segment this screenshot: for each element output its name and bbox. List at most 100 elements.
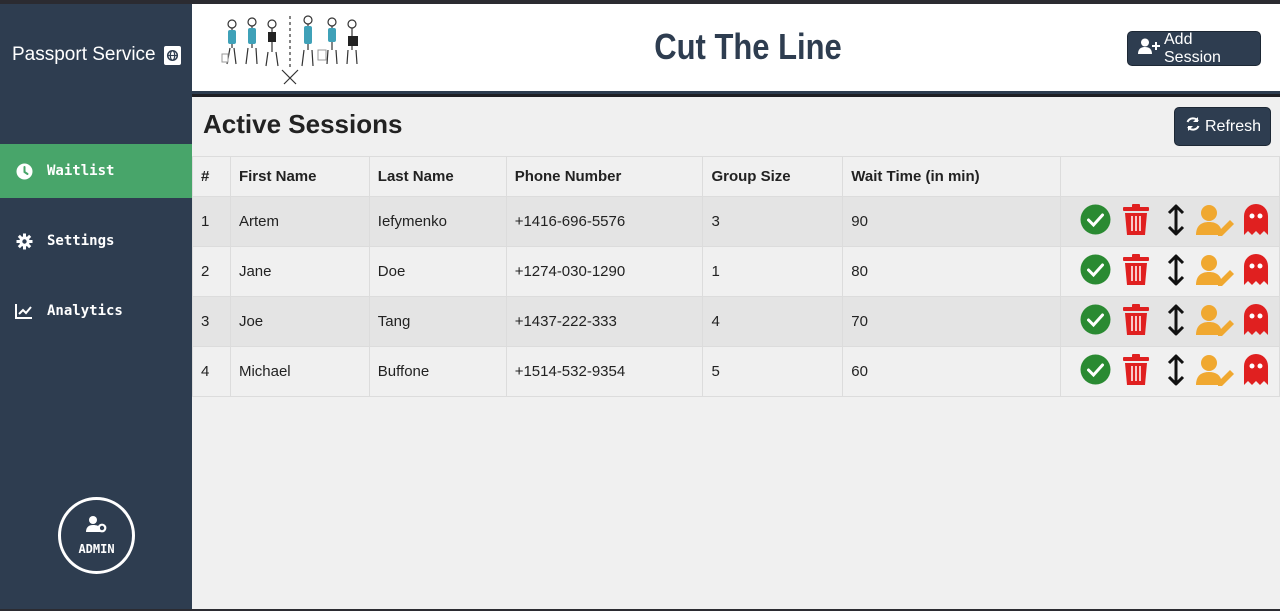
page-title: Active Sessions (203, 109, 403, 139)
edit-session-button[interactable] (1195, 304, 1234, 339)
phone-number-cell: +1437-222-333 (505, 296, 704, 347)
check-circle-icon (1080, 354, 1111, 389)
complete-session-button[interactable] (1079, 354, 1113, 389)
sidebar-item-analytics[interactable]: Analytics (0, 284, 192, 338)
sort-arrows-icon (1167, 204, 1185, 240)
no-show-session-button[interactable] (1239, 354, 1273, 389)
table-header-row: # First Name Last Name Phone Number Grou… (192, 156, 1280, 197)
phone-number-cell: +1514-532-9354 (505, 346, 704, 397)
add-session-label: Add Session (1164, 30, 1221, 66)
row-actions-group (1069, 304, 1279, 340)
user-plus-icon (1138, 38, 1160, 60)
wait-time-cell: 80 (842, 246, 1061, 297)
last-name-cell: Doe (368, 246, 507, 297)
table-row: 2 Jane Doe +1274-030-1290 1 80 (192, 246, 1280, 297)
reorder-session-button[interactable] (1159, 304, 1193, 340)
group-size-cell: 5 (702, 346, 844, 397)
line-chart-icon (15, 302, 33, 320)
trash-icon (1122, 354, 1149, 389)
wait-time-cell: 90 (842, 196, 1061, 247)
row-number: 2 (192, 246, 231, 297)
sidebar-item-settings[interactable]: Settings (0, 214, 192, 268)
brand: Passport Service (12, 44, 181, 66)
delete-session-button[interactable] (1119, 204, 1153, 239)
first-name-cell: Artem (229, 196, 370, 247)
check-circle-icon (1080, 204, 1111, 239)
sidebar-item-waitlist[interactable]: Waitlist (0, 144, 192, 198)
group-size-cell: 1 (702, 246, 844, 297)
complete-session-button[interactable] (1079, 304, 1113, 339)
table-row: 1 Artem Iefymenko +1416-696-5576 3 90 (192, 196, 1280, 247)
main-content: Active Sessions Refresh # First Name Las… (192, 97, 1280, 609)
no-show-session-button[interactable] (1239, 204, 1273, 239)
row-number: 4 (192, 346, 231, 397)
row-actions-group (1069, 254, 1279, 290)
refresh-label: Refresh (1205, 117, 1262, 135)
column-header: # (192, 156, 231, 197)
delete-session-button[interactable] (1119, 254, 1153, 289)
trash-icon (1122, 304, 1149, 339)
table-row: 3 Joe Tang +1437-222-333 4 70 (192, 296, 1280, 347)
wait-time-cell: 70 (842, 296, 1061, 347)
row-actions-group (1069, 354, 1279, 390)
user-edit-icon (1195, 354, 1236, 390)
edit-session-button[interactable] (1195, 254, 1234, 289)
trash-icon (1122, 204, 1149, 239)
sidebar-item-label: Waitlist (47, 163, 115, 179)
no-show-session-button[interactable] (1239, 304, 1273, 339)
row-actions (1059, 246, 1280, 297)
delete-session-button[interactable] (1119, 354, 1153, 389)
no-show-session-button[interactable] (1239, 254, 1273, 289)
ghost-icon (1243, 204, 1268, 239)
sidebar-item-label: Settings (47, 233, 115, 249)
row-actions (1059, 196, 1280, 247)
complete-session-button[interactable] (1079, 204, 1113, 239)
phone-number-cell: +1274-030-1290 (505, 246, 704, 297)
row-actions-group (1069, 204, 1279, 240)
reorder-session-button[interactable] (1159, 204, 1193, 240)
sessions-table: # First Name Last Name Phone Number Grou… (192, 156, 1280, 397)
check-circle-icon (1080, 304, 1111, 339)
column-header: Group Size (702, 156, 844, 197)
first-name-cell: Joe (229, 296, 370, 347)
edit-session-button[interactable] (1195, 204, 1234, 239)
complete-session-button[interactable] (1079, 254, 1113, 289)
passport-icon (163, 45, 181, 65)
edit-session-button[interactable] (1195, 354, 1236, 390)
brand-label: Passport Service (12, 44, 156, 65)
row-number: 3 (192, 296, 231, 347)
admin-button[interactable]: ADMIN (58, 497, 135, 574)
app-header: Cut The Line Add Session (192, 4, 1280, 94)
ghost-icon (1243, 354, 1268, 389)
last-name-cell: Iefymenko (368, 196, 507, 247)
wait-time-cell: 60 (842, 346, 1061, 397)
sort-arrows-icon (1167, 304, 1185, 340)
column-header: First Name (229, 156, 370, 197)
ghost-icon (1243, 304, 1268, 339)
group-size-cell: 4 (702, 296, 844, 347)
refresh-button[interactable]: Refresh (1174, 107, 1271, 146)
first-name-cell: Michael (229, 346, 370, 397)
ghost-icon (1243, 254, 1268, 289)
sidebar: Passport Service Waitlist Settings Analy… (0, 4, 192, 609)
row-actions (1059, 346, 1280, 397)
reorder-session-button[interactable] (1159, 254, 1193, 290)
reorder-session-button[interactable] (1159, 354, 1193, 389)
first-name-cell: Jane (229, 246, 370, 297)
group-size-cell: 3 (702, 196, 844, 247)
last-name-cell: Buffone (368, 346, 507, 397)
delete-session-button[interactable] (1119, 304, 1153, 339)
sidebar-item-label: Analytics (47, 303, 123, 319)
clock-icon (15, 162, 33, 180)
user-cog-icon (85, 515, 108, 538)
column-header-actions (1059, 156, 1280, 197)
sort-arrows-icon (1167, 254, 1185, 290)
phone-number-cell: +1416-696-5576 (505, 196, 704, 247)
column-header: Last Name (368, 156, 507, 197)
column-header: Wait Time (in min) (842, 156, 1061, 197)
row-actions (1059, 296, 1280, 347)
admin-label: ADMIN (78, 542, 115, 556)
table-row: 4 Michael Buffone +1514-532-9354 5 60 (192, 346, 1280, 397)
trash-icon (1122, 254, 1149, 289)
add-session-button[interactable]: Add Session (1127, 31, 1261, 66)
